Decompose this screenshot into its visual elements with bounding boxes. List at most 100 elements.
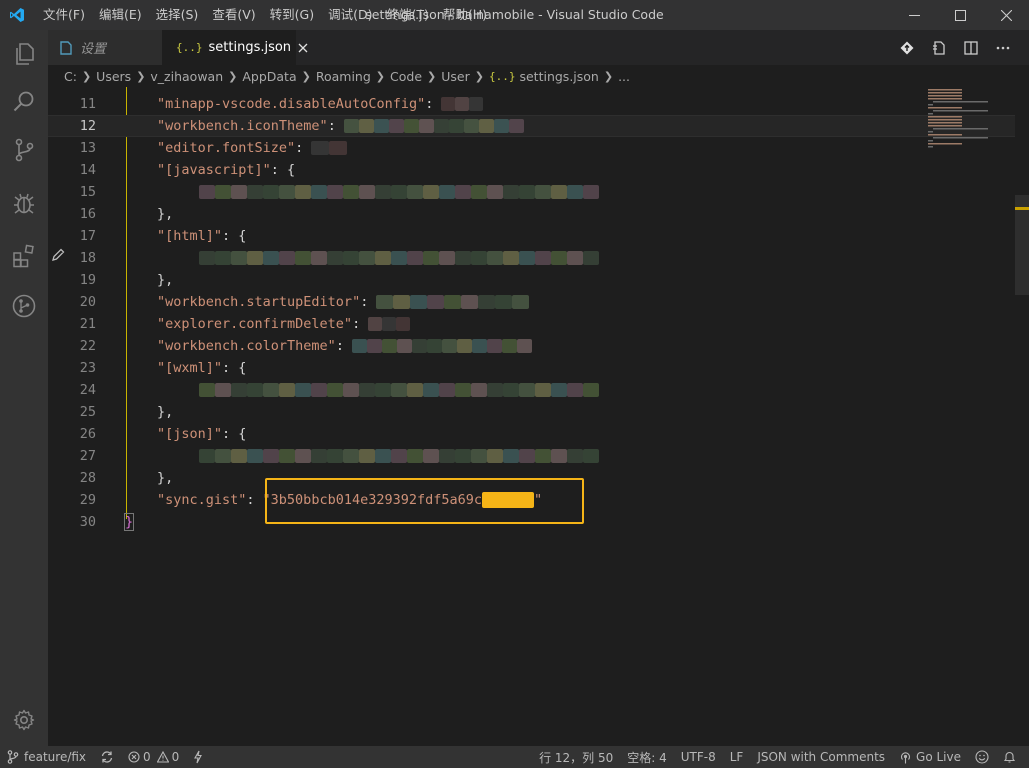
open-changes-button[interactable]: [891, 30, 923, 65]
redaction-block: [329, 141, 348, 155]
code-line[interactable]: 13 "editor.fontSize":: [48, 137, 1029, 159]
code-line[interactable]: 22 "workbench.colorTheme":: [48, 335, 1029, 357]
problems-status[interactable]: 0 0: [121, 750, 186, 764]
minimap[interactable]: [925, 87, 1015, 152]
indentation-status[interactable]: 空格: 4: [620, 749, 674, 766]
vertical-scrollbar[interactable]: [1015, 87, 1029, 746]
edit-pencil-icon[interactable]: [50, 247, 66, 263]
code-line[interactable]: 27: [48, 445, 1029, 467]
redacted-value: [343, 115, 524, 137]
code-line[interactable]: 12 "workbench.iconTheme":: [48, 115, 1029, 137]
manage-activity[interactable]: [0, 696, 48, 744]
menu-terminal[interactable]: 终端(T): [379, 0, 435, 30]
minimap-line: [928, 89, 962, 91]
breadcrumb-item[interactable]: Roaming: [316, 69, 371, 84]
code-line[interactable]: 14 "[javascript]": {: [48, 159, 1029, 181]
redaction-block: [418, 119, 434, 133]
menu-edit[interactable]: 编辑(E): [92, 0, 149, 30]
code-editor[interactable]: 11 "minapp-vscode.disableAutoConfig": 12 "w…: [48, 87, 1029, 746]
redaction-block: [231, 449, 247, 463]
go-live-button[interactable]: Go Live: [892, 750, 968, 764]
json-punctuation: : {: [222, 426, 247, 442]
code-line[interactable]: 15: [48, 181, 1029, 203]
minimize-button[interactable]: [891, 0, 937, 30]
maximize-button[interactable]: [937, 0, 983, 30]
tab-settings-json[interactable]: {..} settings.json: [162, 30, 308, 65]
code-content: "workbench.colorTheme":: [157, 335, 532, 357]
redaction-block: [407, 185, 423, 199]
json-punctuation: : {: [222, 360, 247, 376]
code-line[interactable]: 25},: [48, 401, 1029, 423]
menu-view[interactable]: 查看(V): [205, 0, 262, 30]
redaction-block: [327, 185, 343, 199]
code-line[interactable]: 21 "explorer.confirmDelete":: [48, 313, 1029, 335]
redaction-block: [199, 449, 215, 463]
menu-help[interactable]: 帮助(H): [436, 0, 494, 30]
code-line[interactable]: 17 "[html]": {: [48, 225, 1029, 247]
breadcrumb-item[interactable]: ...: [618, 69, 630, 84]
redaction-block: [199, 383, 215, 397]
redaction-block: [311, 141, 330, 155]
language-mode-status[interactable]: JSON with Comments: [750, 750, 892, 764]
warning-count: 0: [171, 750, 180, 764]
more-actions-button[interactable]: [987, 30, 1019, 65]
breadcrumb-item[interactable]: Code: [390, 69, 422, 84]
redaction-block: [471, 251, 487, 265]
code-line[interactable]: 16},: [48, 203, 1029, 225]
redaction-block: [535, 383, 551, 397]
open-settings-ui-button[interactable]: [923, 30, 955, 65]
redaction-block: [311, 185, 327, 199]
cursor-position[interactable]: 行 12，列 50: [532, 749, 620, 766]
extensions-activity[interactable]: [0, 232, 48, 280]
feedback-button[interactable]: [968, 750, 996, 764]
code-line[interactable]: 11 "minapp-vscode.disableAutoConfig":: [48, 93, 1029, 115]
tab-settings-ui[interactable]: 设置: [48, 30, 162, 65]
split-editor-button[interactable]: [955, 30, 987, 65]
breadcrumb-item[interactable]: C:: [64, 69, 77, 84]
redaction-block: [503, 383, 519, 397]
redaction-block: [295, 383, 311, 397]
breadcrumb-item[interactable]: Users: [96, 69, 131, 84]
tab-close-button[interactable]: [298, 43, 308, 53]
json-closing-brace: },: [157, 206, 174, 222]
close-window-button[interactable]: [983, 0, 1029, 30]
code-line[interactable]: 19},: [48, 269, 1029, 291]
menu-selection[interactable]: 选择(S): [149, 0, 206, 30]
sync-button[interactable]: [93, 750, 121, 764]
json-closing-brace: },: [157, 404, 174, 420]
code-line[interactable]: 18: [48, 247, 1029, 269]
json-key: "[json]": [157, 426, 223, 442]
minimap-line: [928, 125, 962, 127]
code-line[interactable]: 24: [48, 379, 1029, 401]
scrollbar-thumb[interactable]: [1015, 195, 1029, 295]
menu-file[interactable]: 文件(F): [36, 0, 92, 30]
explorer-activity[interactable]: [0, 30, 48, 78]
breadcrumb-item[interactable]: User: [441, 69, 470, 84]
gear-icon: [13, 709, 35, 731]
code-line[interactable]: 23 "[wxml]": {: [48, 357, 1029, 379]
encoding-status[interactable]: UTF-8: [674, 750, 723, 764]
chevron-right-icon: ❯: [228, 69, 238, 83]
code-line[interactable]: 20 "workbench.startupEditor":: [48, 291, 1029, 313]
git-history-activity[interactable]: [0, 282, 48, 330]
breadcrumb-item[interactable]: v_zihaowan: [150, 69, 223, 84]
code-line[interactable]: 26 "[json]": {: [48, 423, 1029, 445]
menu-debug[interactable]: 调试(D): [321, 0, 379, 30]
eol-status[interactable]: LF: [723, 750, 751, 764]
breadcrumb-item[interactable]: settings.json: [519, 69, 598, 84]
redaction-block: [508, 119, 524, 133]
notifications-button[interactable]: [996, 750, 1023, 764]
maximize-icon: [954, 9, 966, 21]
line-number: 19: [79, 272, 96, 288]
debug-activity[interactable]: [0, 180, 48, 228]
quick-action-button[interactable]: [186, 750, 210, 764]
json-key: "workbench.colorTheme": [157, 338, 336, 354]
redaction-block: [503, 449, 519, 463]
redaction-block: [382, 317, 397, 331]
branch-status[interactable]: feature/fix: [0, 750, 93, 764]
search-activity[interactable]: [0, 78, 48, 126]
breadcrumb-item[interactable]: AppData: [242, 69, 296, 84]
menu-go[interactable]: 转到(G): [263, 0, 321, 30]
line-number: 29: [79, 492, 96, 508]
source-control-activity[interactable]: [0, 126, 48, 174]
